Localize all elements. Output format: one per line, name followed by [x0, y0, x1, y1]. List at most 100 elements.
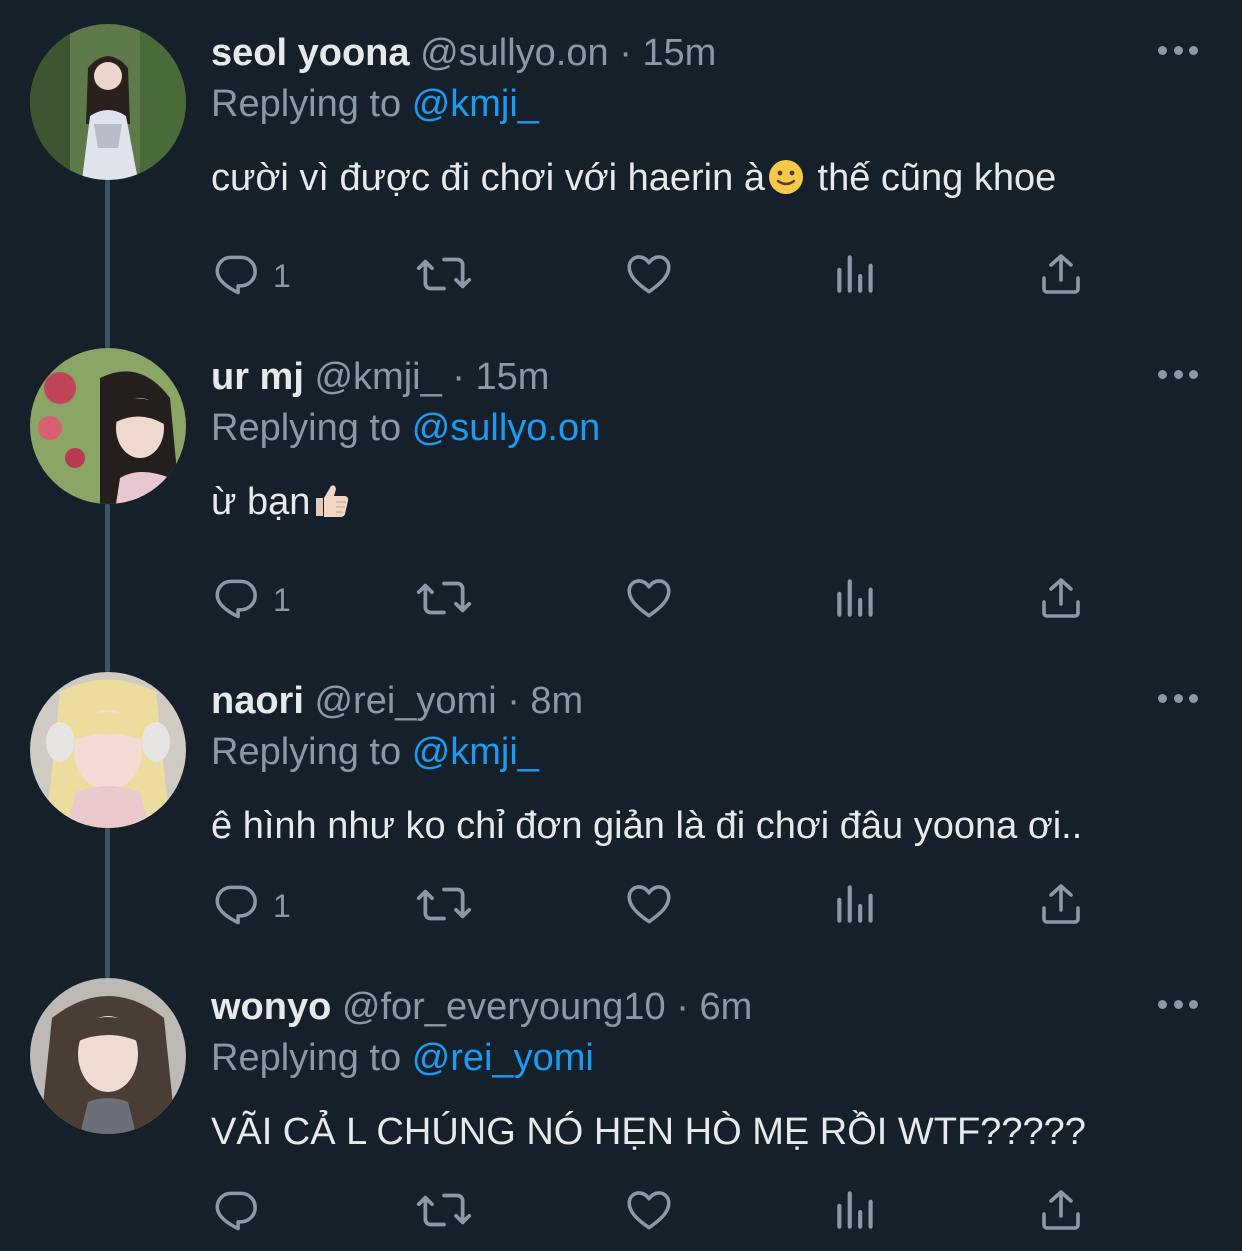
- reply-target-link[interactable]: @kmji_: [412, 731, 539, 773]
- tweet[interactable]: ur mj @kmji_ · 15m Replying to @sullyo.o…: [0, 324, 1242, 648]
- avatar[interactable]: [30, 978, 186, 1134]
- tweet-text-main: ê hình như ko chỉ đơn giản là đi chơi đâ…: [211, 805, 1083, 847]
- separator-dot: ·: [452, 356, 465, 398]
- action-bar: 1: [211, 246, 1111, 302]
- tweet-header: wonyo @for_everyoung10 · 6m: [211, 984, 752, 1030]
- share-icon: [1042, 578, 1080, 618]
- reply-count: 1: [273, 887, 291, 924]
- retweet-icon: [416, 581, 472, 615]
- replying-to-label: Replying to: [211, 1037, 402, 1079]
- like-icon: [627, 885, 671, 924]
- action-bar: 1: [211, 876, 1111, 932]
- replying-to: Replying to @sullyo.on: [211, 405, 600, 451]
- retweet-button[interactable]: [415, 876, 473, 932]
- action-bar: 1: [211, 570, 1111, 626]
- separator-dot: ·: [619, 32, 632, 74]
- slightly-smiling-face-icon: [767, 158, 805, 208]
- tweet-text-main: cười vì được đi chơi với haerin à: [211, 157, 765, 199]
- like-icon: [627, 255, 671, 294]
- reply-icon: [215, 885, 257, 925]
- reply-icon: [215, 579, 257, 619]
- avatar[interactable]: [30, 672, 186, 828]
- like-button[interactable]: [623, 246, 675, 302]
- like-button[interactable]: [623, 570, 675, 626]
- reply-icon: [215, 255, 257, 295]
- like-icon: [627, 579, 671, 618]
- retweet-icon: [416, 1193, 472, 1227]
- reply-button[interactable]: [211, 1182, 273, 1238]
- tweet-text: cười vì được đi chơi với haerin à thế cũ…: [211, 154, 1056, 208]
- share-icon: [1042, 254, 1080, 294]
- views-button[interactable]: [833, 876, 879, 932]
- replying-to: Replying to @rei_yomi: [211, 1035, 594, 1081]
- more-icon[interactable]: [1158, 686, 1198, 710]
- reply-count: 1: [273, 581, 291, 618]
- like-icon: [627, 1191, 671, 1230]
- tweet-text-after: thế cũng khoe: [806, 157, 1057, 199]
- replying-to-label: Replying to: [211, 83, 402, 125]
- reply-target-link[interactable]: @sullyo.on: [412, 407, 601, 449]
- share-button[interactable]: [1037, 1182, 1085, 1238]
- views-icon: [837, 1191, 873, 1229]
- tweet-text: ừ bạn: [211, 478, 354, 532]
- views-button[interactable]: [833, 1182, 879, 1238]
- tweet[interactable]: naori @rei_yomi · 8m Replying to @kmji_ …: [0, 648, 1242, 954]
- retweet-button[interactable]: [415, 1182, 473, 1238]
- user-handle[interactable]: @rei_yomi: [314, 680, 496, 722]
- views-icon: [837, 579, 873, 617]
- reply-target-link[interactable]: @rei_yomi: [412, 1037, 594, 1079]
- avatar[interactable]: [30, 348, 186, 504]
- views-button[interactable]: [833, 570, 879, 626]
- share-icon: [1042, 884, 1080, 924]
- display-name[interactable]: seol yoona: [211, 32, 410, 74]
- user-handle[interactable]: @sullyo.on: [420, 32, 609, 74]
- retweet-icon: [416, 887, 472, 921]
- reply-target-link[interactable]: @kmji_: [412, 83, 539, 125]
- replying-to: Replying to @kmji_: [211, 81, 539, 127]
- user-handle[interactable]: @for_everyoung10: [342, 986, 666, 1028]
- tweet-header: seol yoona @sullyo.on · 15m: [211, 30, 716, 76]
- reply-button[interactable]: 1: [211, 246, 291, 302]
- share-icon: [1042, 1190, 1080, 1230]
- timestamp[interactable]: 15m: [642, 32, 716, 74]
- user-handle[interactable]: @kmji_: [314, 356, 441, 398]
- views-button[interactable]: [833, 246, 879, 302]
- reply-icon: [215, 1191, 257, 1231]
- timestamp[interactable]: 8m: [530, 680, 583, 722]
- tweet-header: ur mj @kmji_ · 15m: [211, 354, 549, 400]
- thumbs-up-icon: [312, 482, 352, 532]
- avatar[interactable]: [30, 24, 186, 180]
- reply-count: 1: [273, 257, 291, 294]
- replying-to-label: Replying to: [211, 407, 402, 449]
- share-button[interactable]: [1037, 570, 1085, 626]
- like-button[interactable]: [623, 876, 675, 932]
- tweet-text: ê hình như ko chỉ đơn giản là đi chơi đâ…: [211, 802, 1082, 850]
- share-button[interactable]: [1037, 876, 1085, 932]
- replying-to-label: Replying to: [211, 731, 402, 773]
- views-icon: [837, 885, 873, 923]
- retweet-icon: [416, 257, 472, 291]
- tweet-header: naori @rei_yomi · 8m: [211, 678, 583, 724]
- tweet-text: VÃI CẢ L CHÚNG NÓ HẸN HÒ MẸ RỒI WTF?????: [211, 1108, 1086, 1156]
- tweet-text-main: ừ bạn: [211, 481, 311, 523]
- reply-button[interactable]: 1: [211, 876, 291, 932]
- display-name[interactable]: naori: [211, 680, 304, 722]
- tweet-text-main: VÃI CẢ L CHÚNG NÓ HẸN HÒ MẸ RỒI WTF?????: [211, 1111, 1086, 1153]
- more-icon[interactable]: [1158, 992, 1198, 1016]
- more-icon[interactable]: [1158, 38, 1198, 62]
- retweet-button[interactable]: [415, 570, 473, 626]
- like-button[interactable]: [623, 1182, 675, 1238]
- reply-button[interactable]: 1: [211, 570, 291, 626]
- tweet[interactable]: wonyo @for_everyoung10 · 6m Replying to …: [0, 954, 1242, 1251]
- retweet-button[interactable]: [415, 246, 473, 302]
- share-button[interactable]: [1037, 246, 1085, 302]
- display-name[interactable]: ur mj: [211, 356, 304, 398]
- replying-to: Replying to @kmji_: [211, 729, 539, 775]
- action-bar: [211, 1182, 1111, 1238]
- timestamp[interactable]: 6m: [699, 986, 752, 1028]
- timestamp[interactable]: 15m: [476, 356, 550, 398]
- more-icon[interactable]: [1158, 362, 1198, 386]
- separator-dot: ·: [507, 680, 520, 722]
- tweet[interactable]: seol yoona @sullyo.on · 15m Replying to …: [0, 0, 1242, 324]
- display-name[interactable]: wonyo: [211, 986, 331, 1028]
